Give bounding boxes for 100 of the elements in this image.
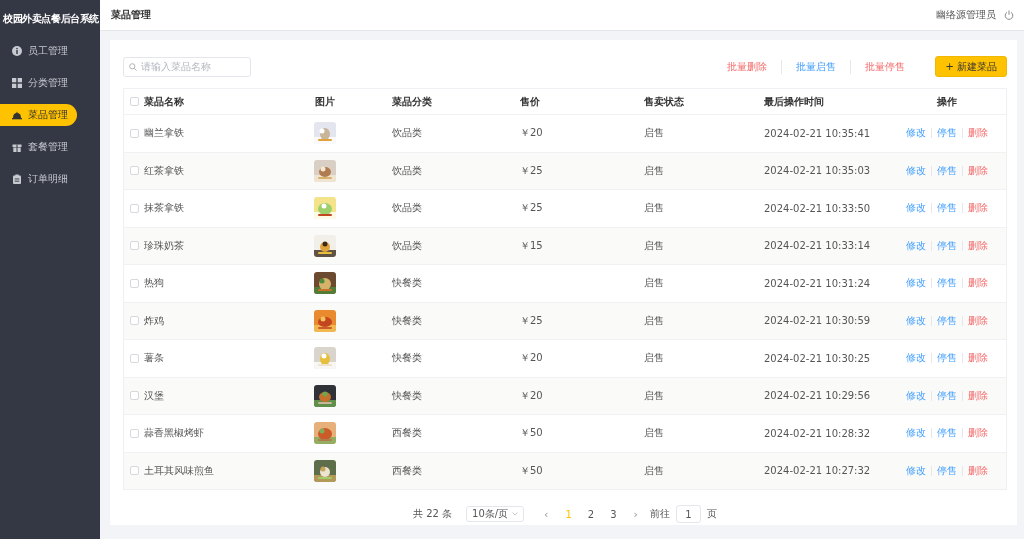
toggle-sale-link[interactable]: 停售 [932,428,963,439]
status-cell-text: 启售 [644,426,665,441]
row-checkbox[interactable] [130,203,139,213]
row-checkbox[interactable] [130,316,139,326]
time-cell-text: 2024-02-21 10:33:14 [764,240,872,252]
delete-link[interactable]: 删除 [963,465,993,476]
edit-link[interactable]: 修改 [901,203,932,214]
toggle-sale-link[interactable]: 停售 [932,315,963,326]
status-cell-text: 启售 [644,163,665,178]
price-cell-text: ￥20 [520,126,544,141]
row-checkbox[interactable] [130,241,139,251]
column-header: 售价 [520,94,541,109]
bulk-action-link[interactable]: 批量启售 [782,59,852,74]
category-cell-text: 饮品类 [391,126,423,141]
page-number[interactable]: 3 [605,508,622,520]
sidebar-item[interactable]: 菜品管理 [0,104,77,126]
goto-page-field[interactable]: 1 [676,505,701,523]
page-number[interactable]: 1 [560,508,577,520]
sidebar-item[interactable]: 员工管理 [0,40,77,62]
toggle-sale-link[interactable]: 停售 [932,128,963,139]
delete-link[interactable]: 删除 [963,240,993,251]
status-cell-text: 启售 [644,276,665,291]
row-checkbox[interactable] [130,428,139,438]
edit-link[interactable]: 修改 [901,390,932,401]
delete-link[interactable]: 删除 [963,165,993,176]
price-cell-text: ￥20 [520,351,544,366]
row-checkbox[interactable] [130,391,139,401]
toggle-sale-link[interactable]: 停售 [932,203,963,214]
delete-link[interactable]: 删除 [963,278,993,289]
power-icon[interactable] [1004,10,1014,20]
page-size-select[interactable]: 10条/页 [466,506,525,522]
toggle-sale-link[interactable]: 停售 [932,465,963,476]
category-cell-text: 饮品类 [391,163,423,178]
search-field[interactable]: 请输入菜品名称 [123,56,251,77]
time-cell-text: 2024-02-21 10:31:24 [764,277,872,289]
time-cell-text: 2024-02-21 10:33:50 [764,202,872,214]
edit-link[interactable]: 修改 [901,165,932,176]
sidebar-item[interactable]: 套餐管理 [0,136,77,158]
dish-name: 幽兰拿铁 [144,126,185,141]
column-header: 图片 [315,94,335,109]
delete-link[interactable]: 删除 [963,353,993,364]
toggle-sale-link[interactable]: 停售 [932,278,963,289]
category-cell-text: 西餐类 [391,426,423,441]
toggle-sale-link[interactable]: 停售 [932,240,963,251]
category-cell-text: 西餐类 [391,463,423,478]
goto-label: 前往 [650,507,670,521]
dish-name: 炸鸡 [144,313,165,328]
row-checkbox[interactable] [130,278,139,288]
category-cell-text: 快餐类 [391,388,423,403]
delete-link[interactable]: 删除 [963,203,993,214]
prev-page-button[interactable]: ‹ [538,507,555,521]
column-header: 操作 [937,94,957,109]
page-number[interactable]: 2 [582,508,600,520]
select-all-checkbox[interactable] [130,97,139,106]
edit-link[interactable]: 修改 [901,278,932,289]
toggle-sale-link[interactable]: 停售 [932,165,963,176]
status-cell-text: 启售 [644,388,665,403]
column-header: 最后操作时间 [764,94,825,109]
bulk-action-link[interactable]: 批量删除 [713,59,783,74]
dish-name: 热狗 [144,276,165,291]
edit-link[interactable]: 修改 [901,128,932,139]
delete-link[interactable]: 删除 [963,128,993,139]
sidebar-item[interactable]: 订单明细 [0,168,77,190]
edit-link[interactable]: 修改 [901,315,932,326]
edit-link[interactable]: 修改 [901,428,932,439]
edit-link[interactable]: 修改 [901,240,932,251]
row-checkbox[interactable] [130,166,139,176]
page-title: 菜品管理 [111,8,151,22]
toggle-sale-link[interactable]: 停售 [932,353,963,364]
time-cell-text: 2024-02-21 10:28:32 [764,427,872,439]
edit-link[interactable]: 修改 [901,353,932,364]
sidebar-item[interactable]: 分类管理 [0,72,77,94]
delete-link[interactable]: 删除 [963,315,993,326]
row-checkbox[interactable] [130,466,139,476]
category-cell-text: 快餐类 [391,313,423,328]
dish-name: 蒜香黑椒烤虾 [144,426,205,441]
status-cell-text: 启售 [644,463,665,478]
next-page-button[interactable]: › [627,507,644,521]
dish-name: 薯条 [144,351,165,366]
row-checkbox[interactable] [130,353,139,363]
dish-name: 土耳其风味煎鱼 [144,463,215,478]
delete-link[interactable]: 删除 [963,390,993,401]
category-cell-text: 饮品类 [391,238,423,253]
price-cell-text: ￥50 [520,463,544,478]
dish-name: 汉堡 [144,388,165,403]
toggle-sale-link[interactable]: 停售 [932,390,963,401]
category-cell-text: 快餐类 [391,276,423,291]
new-dish-button[interactable]: + 新建菜品 [935,56,1007,77]
time-cell-text: 2024-02-21 10:29:56 [764,390,872,402]
total-count: 共 22 条 [413,507,453,521]
gift-icon [12,142,22,152]
column-header: 菜品分类 [391,94,433,109]
edit-link[interactable]: 修改 [901,465,932,476]
delete-link[interactable]: 删除 [963,428,993,439]
chevron-down-icon [512,512,519,516]
bulk-action-link[interactable]: 批量停售 [851,59,920,74]
column-header: 售卖状态 [644,94,685,109]
row-checkbox[interactable] [130,128,139,138]
app-title: 校园外卖点餐后台系统 [2,12,100,26]
time-cell-text: 2024-02-21 10:35:03 [764,165,872,177]
